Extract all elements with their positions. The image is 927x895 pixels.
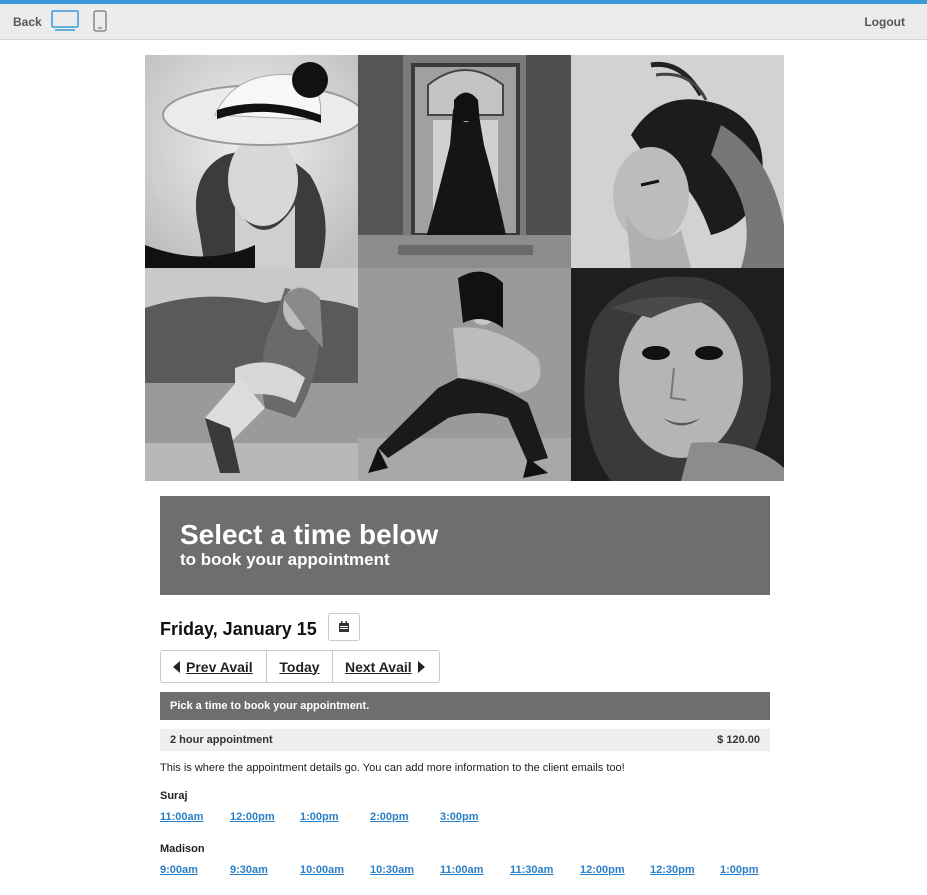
caret-left-icon [173, 660, 180, 673]
photo-woman-in-hat [145, 55, 358, 268]
next-avail-label: Next Avail [345, 658, 412, 675]
time-slot[interactable]: 11:00am [440, 864, 510, 876]
time-slot[interactable]: 2:00pm [370, 811, 440, 823]
today-button[interactable]: Today [267, 651, 333, 682]
time-slot[interactable]: 9:00am [160, 864, 230, 876]
time-slot[interactable]: 10:00am [300, 864, 370, 876]
photo-woman-crouching [358, 268, 571, 481]
mobile-icon[interactable] [93, 10, 107, 37]
top-bar: Back Logout [0, 0, 927, 40]
next-avail-button[interactable]: Next Avail [333, 651, 439, 682]
appointment-header: 2 hour appointment $ 120.00 [160, 729, 770, 751]
calendar-icon [339, 621, 349, 632]
calendar-button[interactable] [328, 613, 360, 641]
time-slot[interactable]: 11:30am [510, 864, 580, 876]
time-slots-suraj: 11:00am 12:00pm 1:00pm 2:00pm 3:00pm [160, 811, 510, 823]
time-slot[interactable]: 1:00pm [300, 811, 370, 823]
time-slot[interactable]: 3:00pm [440, 811, 510, 823]
time-slot[interactable]: 12:00pm [230, 811, 300, 823]
time-slot[interactable]: 12:30pm [650, 864, 720, 876]
time-slot[interactable]: 12:00pm [580, 864, 650, 876]
time-slot[interactable]: 1:00pm [720, 864, 790, 876]
photo-woman-in-gown-doorway [358, 55, 571, 268]
pick-time-message: Pick a time to book your appointment. [160, 692, 770, 720]
appointment-name: 2 hour appointment [170, 734, 273, 746]
photo-woman-sitting-lakeside [145, 268, 358, 481]
prev-avail-button[interactable]: Prev Avail [161, 651, 267, 682]
photo-woman-hair-profile [571, 55, 784, 268]
staff-name-suraj: Suraj [160, 790, 188, 802]
selected-date: Friday, January 15 [160, 619, 317, 639]
time-slot[interactable]: 10:30am [370, 864, 440, 876]
back-button[interactable]: Back [13, 15, 42, 29]
photo-woman-closeup-portrait [571, 268, 784, 481]
appointment-details: This is where the appointment details go… [160, 762, 625, 774]
banner-title: Select a time below [180, 519, 439, 550]
logout-button[interactable]: Logout [864, 15, 905, 29]
staff-name-madison: Madison [160, 843, 205, 855]
photo-gallery [145, 55, 784, 481]
appointment-price: $ 120.00 [717, 734, 760, 746]
date-navigation: Prev Avail Today Next Avail [160, 650, 440, 683]
time-slot[interactable]: 11:00am [160, 811, 230, 823]
time-slots-madison: 9:00am 9:30am 10:00am 10:30am 11:00am 11… [160, 864, 790, 876]
time-slot[interactable]: 9:30am [230, 864, 300, 876]
desktop-icon[interactable] [51, 10, 79, 37]
banner-subtitle: to book your appointment [180, 550, 390, 569]
booking-banner: Select a time below to book your appoint… [160, 496, 770, 595]
prev-avail-label: Prev Avail [186, 658, 253, 675]
caret-right-icon [417, 660, 425, 673]
